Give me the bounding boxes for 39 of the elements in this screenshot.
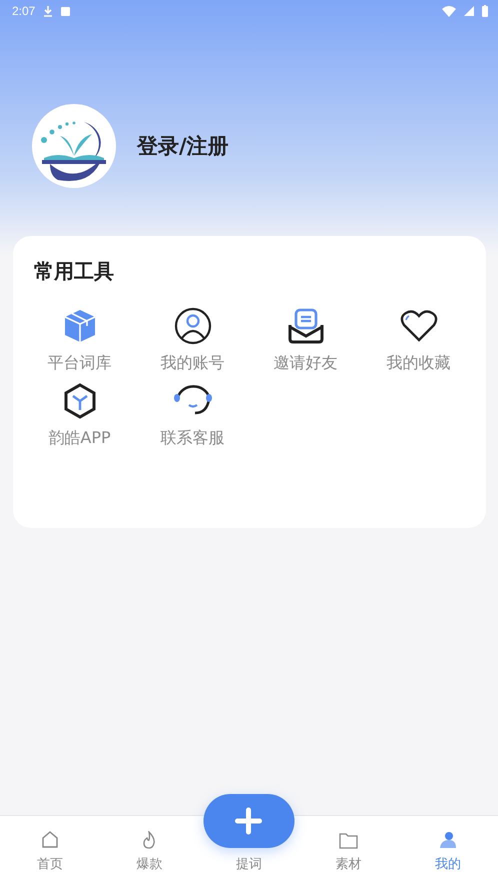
tool-item[interactable]: 我的收藏 (362, 307, 475, 374)
status-time: 2:07 (12, 4, 36, 18)
tool-label: 韵皓APP (48, 428, 111, 449)
tab-label: 首页 (36, 856, 63, 873)
tool-item[interactable]: 邀请好友 (249, 307, 362, 374)
logo-avatar[interactable] (32, 104, 116, 188)
folder-icon (339, 832, 358, 849)
tool-item[interactable]: 韵皓APP (23, 382, 136, 449)
signal-icon (464, 6, 474, 16)
login-register-link[interactable]: 登录/注册 (137, 132, 229, 160)
flame-icon (141, 831, 158, 849)
tool-label: 平台词库 (48, 353, 112, 374)
tab[interactable]: 爆款 (100, 816, 200, 885)
notification-icon (61, 6, 70, 16)
wifi-icon (442, 6, 456, 16)
tool-item[interactable]: 平台词库 (23, 307, 136, 374)
tool-label: 邀请好友 (274, 353, 338, 374)
tab-label: 爆款 (136, 856, 162, 873)
download-icon (43, 6, 54, 16)
tab-label: 我的 (435, 856, 462, 873)
tool-item[interactable]: 联系客服 (136, 382, 249, 449)
user-icon (174, 307, 212, 345)
tool-label: 我的账号 (160, 353, 224, 374)
envelope-icon (286, 307, 324, 345)
battery-icon (482, 5, 488, 17)
tool-label: 我的收藏 (386, 353, 450, 374)
tab[interactable]: 我的 (398, 816, 498, 885)
tab[interactable]: 提词 (236, 855, 262, 873)
user-icon (439, 831, 458, 849)
tab-label: 素材 (336, 856, 362, 873)
add-button[interactable] (203, 794, 294, 848)
tab[interactable]: 首页 (0, 816, 100, 885)
plus-icon (234, 807, 263, 835)
section-title: 常用工具 (34, 258, 115, 285)
cube-icon (62, 382, 96, 420)
home-icon (40, 831, 59, 849)
tab[interactable]: 素材 (298, 816, 398, 885)
tool-label: 联系客服 (160, 428, 224, 449)
tool-item[interactable]: 我的账号 (136, 307, 249, 374)
